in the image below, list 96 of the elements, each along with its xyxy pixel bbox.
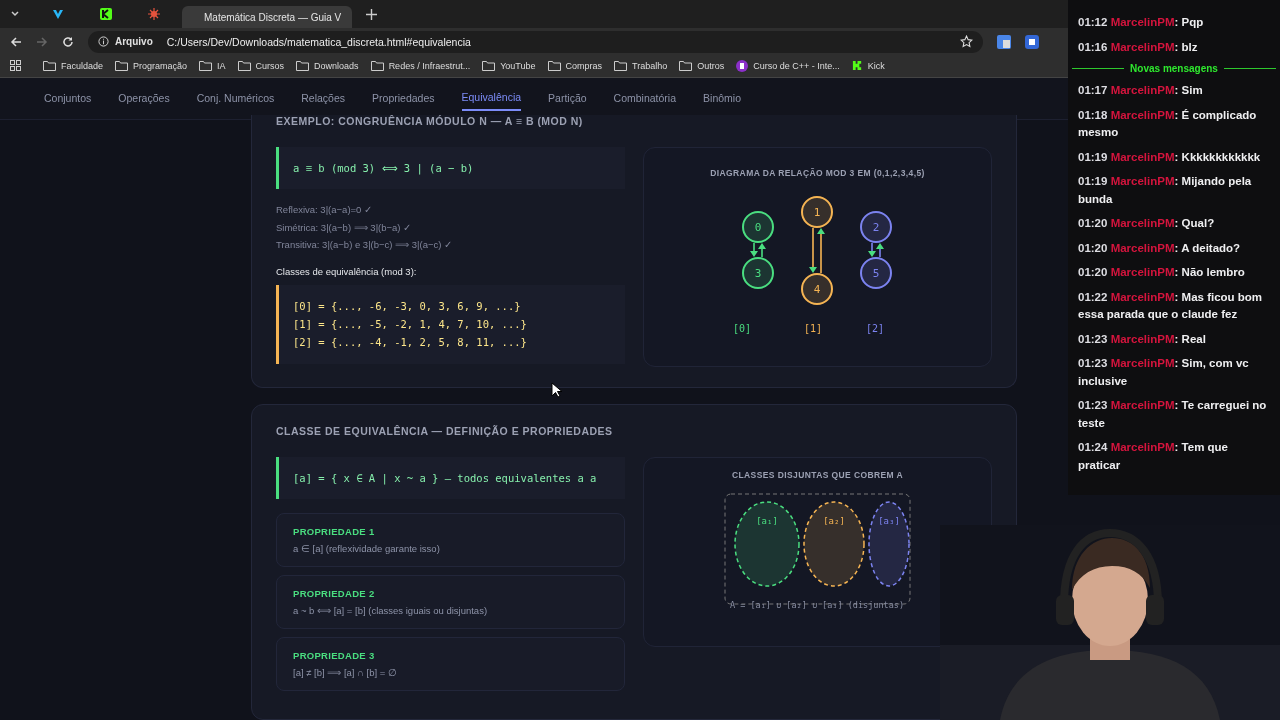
chat-message: 01:20 MarcelinPM: Qual?	[1078, 216, 1216, 231]
bookmark[interactable]: IA	[199, 60, 226, 72]
graph-node: 4	[801, 272, 833, 305]
chat-message: 01:20 MarcelinPM: A deitado?	[1078, 240, 1242, 256]
extension-icon[interactable]	[1025, 34, 1039, 49]
bookmark[interactable]: Outros	[679, 60, 725, 72]
property-text: Transitiva: 3|(a−b) e 3|(b−c) ⟹ 3|(a−c) ✓	[276, 238, 454, 253]
graph-node: 3	[742, 256, 774, 289]
graph-node: 1	[801, 195, 833, 228]
chat-message: 01:23 MarcelinPM: Sim, com vc inclusive	[1078, 356, 1250, 389]
nav-link[interactable]: Relações	[301, 86, 346, 111]
nav-link[interactable]: Partição	[548, 86, 587, 111]
kick-logo-icon	[100, 8, 112, 20]
cursor-icon	[551, 382, 562, 398]
chat-message: 01:16 MarcelinPM: blz	[1078, 39, 1199, 55]
formula-block: a ≡ b (mod 3) ⟺ 3 | (a − b)	[276, 146, 625, 189]
star-icon[interactable]	[960, 35, 973, 48]
chat-message: 01:19 MarcelinPM: Kkkkkkkkkkkk	[1078, 149, 1262, 165]
info-icon	[98, 36, 109, 47]
bookmark[interactable]: Redes / Infraestrut...	[370, 60, 471, 72]
graph-node: 2	[860, 210, 892, 243]
property-text: a ~ b ⟺ [a] = [b] (classes iguais ou disjuntas)	[293, 605, 489, 616]
kick-logo-icon	[851, 60, 863, 72]
folder-icon	[370, 60, 384, 72]
chat-message: 01:24 MarcelinPM: Tem que praticar	[1078, 440, 1230, 473]
nav-link[interactable]: Equivalência	[461, 85, 522, 112]
diagram-title: CLASSES DISJUNTAS QUE COBREM A	[731, 469, 904, 480]
course-logo-icon	[736, 59, 749, 72]
v-logo-icon	[52, 8, 64, 20]
chat-message: 01:22 MarcelinPM: Mas ficou bom essa parada que o claude fez	[1078, 289, 1264, 322]
property-text: Reflexiva: 3|(a−a)=0 ✓	[276, 203, 373, 217]
bookmark[interactable]: Faculdade	[43, 60, 104, 72]
nav-link[interactable]: Combinatória	[613, 86, 677, 111]
diagram-caption: A = [a₁] ∪ [a₂] ∪ [a₃] (disjuntas)	[730, 599, 904, 610]
nav-link[interactable]: Binômio	[703, 86, 741, 111]
nav-link[interactable]: Operações	[118, 86, 170, 111]
browser-tab[interactable]: Matemática Discreta — Guia V	[182, 6, 352, 28]
chat-message: 01:23 MarcelinPM: Te carreguei no teste	[1078, 398, 1268, 431]
graph-node: 0	[742, 210, 774, 243]
nav-link[interactable]: Conj. Numéricos	[196, 86, 275, 111]
class-label: [1]	[803, 322, 823, 334]
bookmark[interactable]: Compras	[547, 60, 603, 72]
folder-icon	[547, 60, 561, 72]
folder-icon	[43, 60, 56, 72]
new-messages-divider: Novas mensagens	[1130, 63, 1218, 74]
section-heading: EXEMPLO: CONGRUÊNCIA MÓDULO N — A ≡ B (MOD N)	[276, 114, 584, 127]
chat-message: 01:20 MarcelinPM: Não lembro	[1078, 265, 1246, 280]
bookmark[interactable]: Curso de C++ - Inte...	[736, 59, 840, 72]
formula-block: [a] = { x ∈ A | x ~ a } — todos equivalentes a a	[276, 456, 625, 499]
security-label: Arquivo	[115, 36, 153, 47]
bookmark[interactable]: Kick	[851, 60, 885, 72]
property-text: a ∈ [a] (reflexividade garante isso)	[293, 543, 441, 554]
diagram-title: DIAGRAMA DA RELAÇÃO MOD 3 EM (0,1,2,3,4,5)	[710, 167, 925, 178]
property-text: Simétrica: 3|(a−b) ⟹ 3|(b−a) ✓	[276, 220, 413, 235]
folder-icon	[199, 60, 213, 72]
class-ellipse: [a₂]	[803, 500, 865, 587]
address-bar[interactable]: Arquivo C:/Users/Dev/Downloads/matematica_discreta.html#equivalencia	[88, 30, 983, 53]
back-icon[interactable]	[10, 35, 22, 48]
bookmark[interactable]: Cursos	[237, 60, 285, 72]
new-tab-icon[interactable]	[366, 8, 377, 20]
folder-icon	[482, 60, 496, 72]
folder-icon	[115, 60, 129, 72]
chat-message: 01:12 MarcelinPM: Pqp	[1078, 15, 1205, 30]
class-label: [2]	[865, 322, 885, 334]
classes-title: Classes de equivalência (mod 3):	[276, 265, 418, 277]
property-title: PROPRIEDADE 3	[293, 650, 376, 661]
chat-message: 01:18 MarcelinPM: É complicado mesmo	[1078, 107, 1258, 140]
graph-node: 5	[860, 256, 892, 289]
folder-icon	[614, 60, 628, 72]
folder-icon	[237, 60, 251, 72]
folder-icon	[679, 60, 693, 72]
property-title: PROPRIEDADE 1	[293, 526, 376, 537]
splat-icon	[148, 8, 160, 20]
url-text: C:/Users/Dev/Downloads/matematica_discreta.html#equivalencia	[166, 35, 471, 48]
folder-icon	[296, 60, 310, 72]
forward-icon[interactable]	[36, 35, 48, 48]
translate-icon[interactable]	[997, 34, 1011, 49]
chat-message: 01:23 MarcelinPM: Real	[1078, 331, 1207, 347]
bookmark[interactable]: Downloads	[296, 60, 359, 72]
bookmark[interactable]: Programação	[115, 60, 188, 72]
class-ellipse: [a₃]	[868, 500, 910, 587]
property-title: PROPRIEDADE 2	[293, 588, 376, 599]
apps-grid-icon[interactable]	[10, 60, 21, 72]
chat-message: 01:17 MarcelinPM: Sim	[1078, 83, 1204, 98]
bookmark[interactable]: Trabalho	[614, 60, 668, 72]
nav-link[interactable]: Propriedades	[372, 86, 435, 111]
class-label: [0]	[732, 322, 752, 334]
property-text: [a] ≠ [b] ⟹ [a] ∩ [b] = ∅	[293, 667, 398, 678]
chevron-icon[interactable]	[10, 9, 20, 19]
chat-message: 01:19 MarcelinPM: Mijando pela bunda	[1078, 174, 1253, 207]
code-block: [0] = {..., -6, -3, 0, 3, 6, 9, ...} [1] = {..., -5, -2, 1, 4, 7, 10, ...} [2] = {..., -4, -1, 2, 5, 8, 11, ...}	[276, 284, 625, 364]
class-ellipse: [a₁]	[734, 500, 800, 587]
reload-icon[interactable]	[62, 35, 74, 48]
section-heading: CLASSE DE EQUIVALÊNCIA — DEFINIÇÃO E PROPRIEDADES	[276, 424, 614, 437]
bookmark[interactable]: YouTube	[482, 60, 536, 72]
nav-link[interactable]: Conjuntos	[44, 86, 92, 111]
